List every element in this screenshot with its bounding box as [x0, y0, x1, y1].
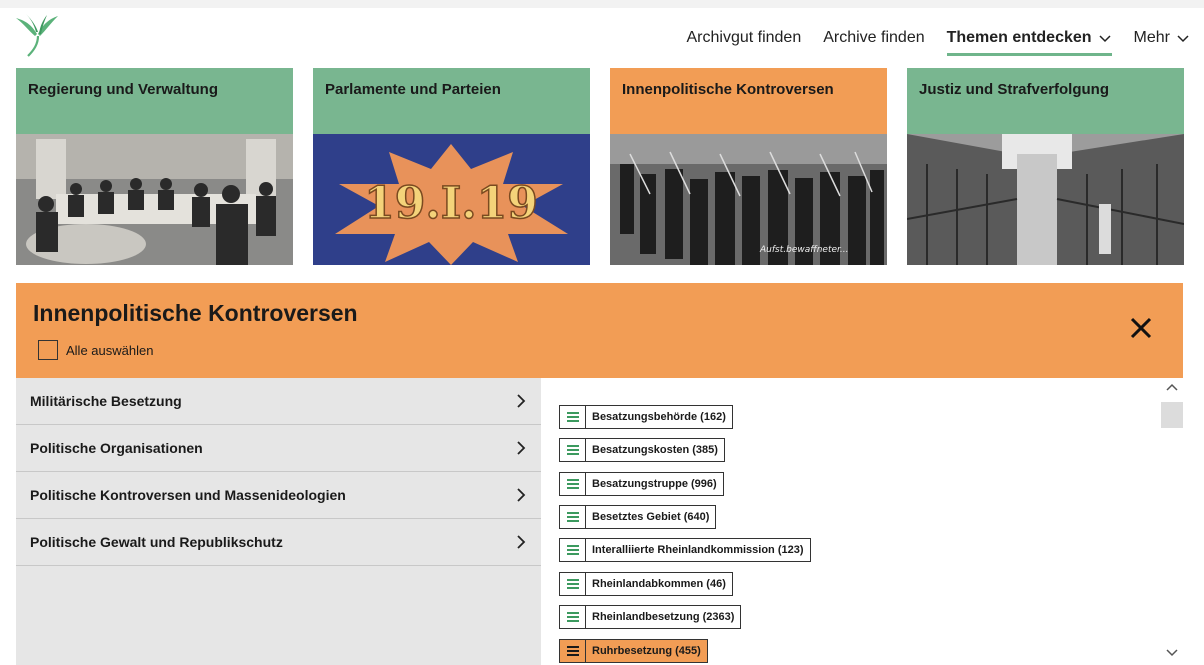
list-icon — [560, 506, 586, 528]
close-icon[interactable] — [1129, 316, 1153, 340]
svg-text:Aufst.bewaffneter...: Aufst.bewaffneter... — [759, 245, 849, 255]
chevron-up-icon[interactable] — [1166, 382, 1178, 392]
subtopic-label: Besatzungsbehörde (162) — [592, 411, 726, 423]
chevron-right-icon — [517, 441, 526, 455]
category-item[interactable]: Politische Organisationen — [16, 425, 541, 472]
list-icon — [560, 573, 586, 595]
category-item[interactable]: Politische Gewalt und Republikschutz — [16, 519, 541, 566]
nav-label: Archivgut finden — [686, 29, 802, 46]
tile-innenpolitische-kontroversen[interactable]: Innenpolitische Kontroversen Aufst.bewaf… — [610, 68, 887, 265]
nav-themen-entdecken[interactable]: Themen entdecken — [946, 16, 1112, 60]
main-nav: Archivgut finden Archive finden Themen e… — [686, 16, 1190, 60]
list-icon — [560, 406, 586, 428]
chevron-down-icon — [1099, 35, 1111, 43]
nav-label: Themen entdecken — [946, 29, 1092, 46]
chevron-right-icon — [517, 394, 526, 408]
subtopic-label: Rheinlandabkommen (46) — [592, 578, 726, 590]
category-item[interactable]: Politische Kontroversen und Massenideolo… — [16, 472, 541, 519]
subtopic-label: Ruhrbesetzung (455) — [592, 645, 701, 657]
theme-panel-header: Innenpolitische Kontroversen Alle auswäh… — [16, 283, 1183, 378]
subtopic-tag[interactable]: Besatzungsbehörde (162) — [559, 405, 733, 429]
subtopic-tag-selected[interactable]: Ruhrbesetzung (455) — [559, 639, 708, 663]
category-label: Politische Gewalt und Republikschutz — [30, 534, 283, 550]
nav-label: Archive finden — [823, 29, 925, 46]
nav-archivgut-finden[interactable]: Archivgut finden — [686, 16, 801, 60]
tile-title: Regierung und Verwaltung — [16, 68, 293, 134]
subtopic-tag[interactable]: Rheinlandabkommen (46) — [559, 572, 733, 596]
list-icon — [560, 473, 586, 495]
category-list: Militärische Besetzung Politische Organi… — [16, 378, 541, 665]
bird-logo-icon[interactable] — [16, 12, 58, 58]
select-all-toggle[interactable]: Alle auswählen — [38, 340, 153, 360]
panel-title: Innenpolitische Kontroversen — [33, 300, 358, 326]
list-icon — [560, 606, 586, 628]
select-all-label: Alle auswählen — [66, 342, 154, 358]
subtopic-label: Interalliierte Rheinlandkommission (123) — [592, 544, 804, 556]
tile-photo-armed-march: Aufst.bewaffneter... — [610, 134, 887, 265]
tile-poster-election: 19.I.19 — [313, 134, 590, 265]
tile-regierung-und-verwaltung[interactable]: Regierung und Verwaltung — [16, 68, 293, 265]
tile-parlamente-und-parteien[interactable]: Parlamente und Parteien 19.I.19 — [313, 68, 590, 265]
subtopic-tag[interactable]: Besatzungstruppe (996) — [559, 472, 724, 496]
list-icon — [560, 539, 586, 561]
subtopic-label: Rheinlandbesetzung (2363) — [592, 611, 735, 623]
theme-tiles: Regierung und Verwaltung Parlamente und … — [16, 68, 1184, 265]
tile-title: Justiz und Strafverfolgung — [907, 68, 1184, 134]
tile-justiz-und-strafverfolgung[interactable]: Justiz und Strafverfolgung — [907, 68, 1184, 265]
scrollbar-thumb[interactable] — [1161, 402, 1183, 428]
category-label: Militärische Besetzung — [30, 393, 182, 409]
subtopic-label: Besatzungstruppe (996) — [592, 478, 717, 490]
chevron-down-icon[interactable] — [1166, 648, 1178, 658]
category-label: Politische Organisationen — [30, 440, 203, 456]
subtopic-tag[interactable]: Besatzungskosten (385) — [559, 438, 725, 462]
list-icon — [560, 439, 586, 461]
chevron-right-icon — [517, 488, 526, 502]
category-item[interactable]: Militärische Besetzung — [16, 378, 541, 425]
poster-text: 19.I.19 — [364, 178, 538, 229]
subtopic-label: Besetztes Gebiet (640) — [592, 511, 710, 523]
select-all-checkbox[interactable] — [38, 340, 58, 360]
tile-photo-prison-hall — [907, 134, 1184, 265]
subtopic-tag[interactable]: Rheinlandbesetzung (2363) — [559, 605, 742, 629]
category-label: Politische Kontroversen und Massenideolo… — [30, 487, 346, 503]
nav-label: Mehr — [1133, 29, 1170, 46]
subtopic-label: Besatzungskosten (385) — [592, 444, 718, 456]
tile-title: Parlamente und Parteien — [313, 68, 590, 134]
subtopic-list: Besatzungsbehörde (162) Besatzungskosten… — [541, 378, 1161, 665]
nav-archive-finden[interactable]: Archive finden — [823, 16, 924, 60]
tile-photo-government-meeting — [16, 134, 293, 265]
subtopic-tag[interactable]: Interalliierte Rheinlandkommission (123) — [559, 538, 811, 562]
nav-mehr[interactable]: Mehr — [1134, 16, 1190, 60]
list-icon — [560, 640, 586, 662]
tile-title: Innenpolitische Kontroversen — [610, 68, 887, 134]
subtopic-tag[interactable]: Besetztes Gebiet (640) — [559, 505, 717, 529]
top-navigation-bar: Archivgut finden Archive finden Themen e… — [0, 0, 1204, 62]
subtopic-scrollbar[interactable] — [1161, 378, 1183, 665]
chevron-right-icon — [517, 535, 526, 549]
chevron-down-icon — [1177, 35, 1189, 43]
